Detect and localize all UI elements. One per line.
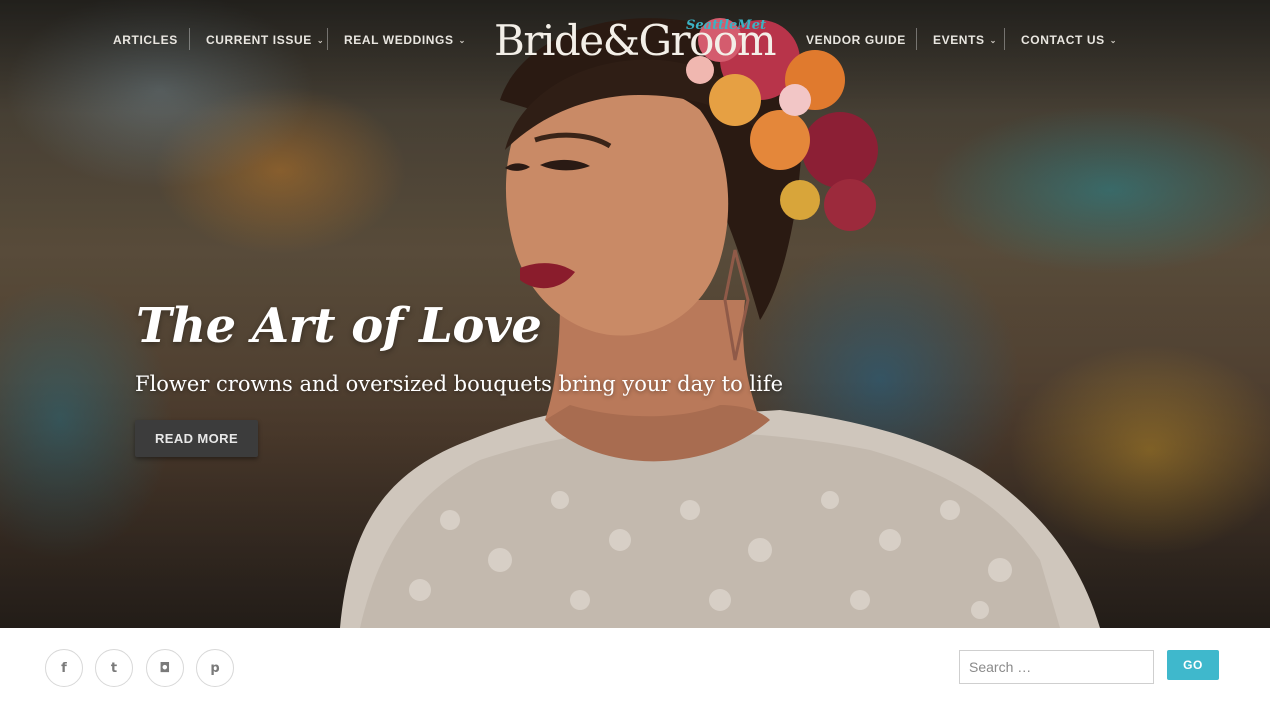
pinterest-icon[interactable]: p (196, 649, 234, 687)
hero-banner: ARTICLES CURRENT ISSUE ⌄ REAL WEDDINGS ⌄ B… (0, 0, 1270, 628)
chevron-down-icon: ⌄ (1109, 36, 1118, 45)
chevron-down-icon: ⌄ (316, 36, 325, 45)
search-go-button[interactable]: GO (1167, 650, 1219, 680)
nav-divider (1004, 28, 1005, 50)
nav-divider (916, 28, 917, 50)
nav-divider (189, 28, 190, 50)
nav-events-label: EVENTS (933, 33, 985, 47)
facebook-icon[interactable]: f (45, 649, 83, 687)
nav-current-issue[interactable]: CURRENT ISSUE ⌄ (206, 33, 324, 47)
logo-publisher: SeattleMet (686, 18, 766, 33)
nav-events[interactable]: EVENTS ⌄ (933, 33, 997, 47)
chevron-down-icon: ⌄ (458, 36, 466, 45)
main-nav: ARTICLES CURRENT ISSUE ⌄ REAL WEDDINGS ⌄ B… (0, 0, 1270, 80)
site-logo[interactable]: Bride&Groom SeattleMet (494, 14, 777, 70)
twitter-icon[interactable]: t (95, 649, 133, 687)
chevron-down-icon: ⌄ (989, 36, 997, 45)
instagram-icon[interactable]: ◘ (146, 649, 184, 687)
search-input[interactable] (959, 650, 1154, 684)
nav-real-weddings-label: REAL WEDDINGS (344, 33, 454, 47)
nav-contact-us-label: CONTACT US (1021, 33, 1105, 47)
nav-vendor-guide[interactable]: VENDOR GUIDE (806, 33, 906, 47)
hero-subtitle: Flower crowns and oversized bouquets bri… (135, 372, 784, 396)
nav-articles[interactable]: ARTICLES (113, 33, 178, 47)
nav-real-weddings[interactable]: REAL WEDDINGS ⌄ (344, 33, 466, 47)
nav-articles-label: ARTICLES (113, 33, 178, 47)
hero-title: The Art of Love (136, 298, 542, 354)
read-more-button[interactable]: READ MORE (135, 420, 258, 457)
nav-divider (327, 28, 328, 50)
nav-contact-us[interactable]: CONTACT US ⌄ (1021, 33, 1117, 47)
nav-vendor-guide-label: VENDOR GUIDE (806, 33, 906, 47)
nav-current-issue-label: CURRENT ISSUE (206, 33, 312, 47)
